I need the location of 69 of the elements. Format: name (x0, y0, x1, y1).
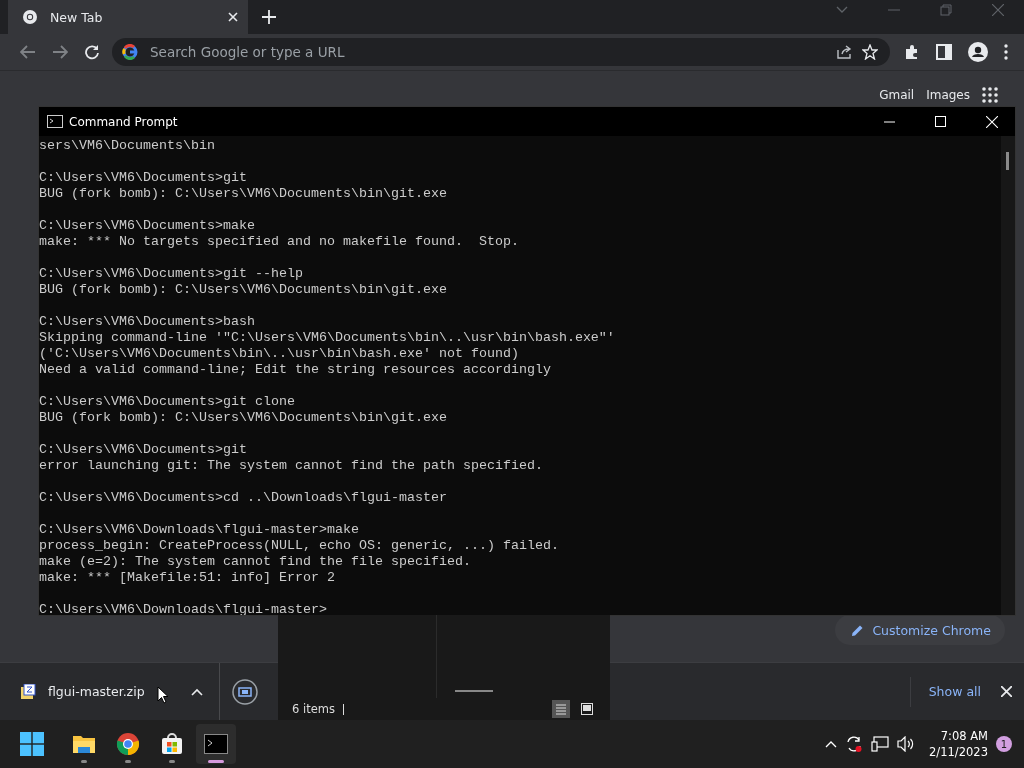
menu-icon[interactable] (1004, 44, 1008, 60)
side-panel-icon[interactable] (936, 44, 952, 60)
chrome-icon (22, 9, 38, 25)
folder-icon (72, 733, 96, 755)
customize-chrome-button[interactable]: Customize Chrome (835, 615, 1005, 645)
clock[interactable]: 7:08 AM 2/11/2023 (929, 728, 988, 760)
profile-icon[interactable] (968, 42, 988, 62)
terminal-taskbar-button[interactable] (196, 724, 236, 764)
sync-icon[interactable] (845, 735, 864, 753)
console-line: C:\Users\VM6\Documents>git --help (39, 266, 303, 282)
show-all-link[interactable]: Show all (909, 676, 999, 707)
console-line: C:\Users\VM6\Documents>git (39, 170, 247, 186)
console-line: make (e=2): The system cannot find the file specified. (39, 554, 471, 570)
console-line: C:\Users\VM6\Documents>git clone (39, 394, 295, 410)
top-link[interactable]: Images (926, 88, 970, 102)
console-line: error launching git: The system cannot find the path specified. (39, 458, 543, 474)
browser-tab[interactable]: New Tab (8, 0, 248, 34)
reload-icon[interactable] (84, 44, 100, 60)
back-icon[interactable] (20, 45, 36, 59)
date: 2/11/2023 (929, 744, 988, 760)
console-line: C:\Users\VM6\Documents>git (39, 442, 247, 458)
tiles-icon (581, 703, 593, 715)
share-icon[interactable] (836, 44, 852, 60)
apps-grid-icon[interactable] (982, 87, 998, 103)
address-bar[interactable]: Search Google or type a URL (112, 38, 890, 66)
console-line: C:\Users\VM6\Documents>cd ..\Downloads\flgui-master (39, 490, 447, 506)
tab-search-icon[interactable] (836, 6, 848, 14)
start-icon[interactable] (20, 732, 44, 756)
top-link[interactable]: Gmail (879, 88, 915, 102)
chrome-icon (116, 732, 140, 756)
network-icon[interactable] (871, 736, 890, 752)
mouse-pointer-icon (156, 685, 169, 704)
console-line: ('C:\Users\VM6\Documents\bin\..\usr\bin\bash.exe' not found) (39, 346, 519, 362)
store-icon (161, 733, 183, 755)
notification-badge[interactable]: 1 (996, 736, 1012, 752)
console-line: BUG (fork bomb): C:\Users\VM6\Documents\bin\git.exe (39, 410, 447, 426)
zip-file-icon (20, 683, 36, 700)
console-line: process_begin: CreateProcess(NULL, echo OS: generic, ...) failed. (39, 538, 559, 554)
console-line: Need a valid command-line; Edit the string resources accordingly (39, 362, 551, 378)
maximize-icon[interactable] (935, 116, 946, 127)
chevron-up-icon[interactable] (191, 687, 203, 696)
close-tab-icon[interactable] (228, 12, 238, 22)
console-line: C:\Users\VM6\Downloads\flgui-master>make (39, 522, 359, 538)
console-line: BUG (fork bomb): C:\Users\VM6\Documents\bin\git.exe (39, 282, 447, 298)
time: 7:08 AM (940, 728, 988, 744)
volume-icon[interactable] (897, 736, 916, 752)
new-tab-icon[interactable] (262, 10, 276, 24)
puzzle-icon[interactable] (904, 44, 920, 60)
google-icon (122, 44, 138, 60)
forward-icon[interactable] (52, 45, 68, 59)
console-line: C:\Users\VM6\Documents>make (39, 218, 255, 234)
console-line: BUG (fork bomb): C:\Users\VM6\Documents\bin\git.exe (39, 186, 447, 202)
star-icon[interactable] (862, 44, 878, 60)
pencil-icon (851, 623, 865, 637)
console-line: make: *** No targets specified and no makefile found. Stop. (39, 234, 519, 250)
console-line: make: *** [Makefile:51: info] Error 2 (39, 570, 335, 586)
list-icon (555, 703, 567, 715)
scrollbar[interactable] (1001, 136, 1015, 615)
console-line: C:\Users\VM6\Downloads\flgui-master> (39, 602, 327, 615)
console-line: sers\VM6\Documents\bin (39, 138, 215, 154)
window-title: Command Prompt (69, 114, 178, 129)
console-line: C:\Users\VM6\Documents>bash (39, 314, 255, 330)
console-icon (47, 115, 63, 128)
tiles-view-button[interactable] (578, 700, 596, 718)
terminal-icon (204, 734, 228, 754)
details-view-button[interactable] (552, 700, 570, 718)
film-icon[interactable] (232, 678, 258, 705)
console-line: Skipping command-line '"C:\Users\VM6\Documents\bin\..\usr\bin\bash.exe"' (39, 330, 615, 346)
item-count: 6 items (292, 702, 335, 716)
